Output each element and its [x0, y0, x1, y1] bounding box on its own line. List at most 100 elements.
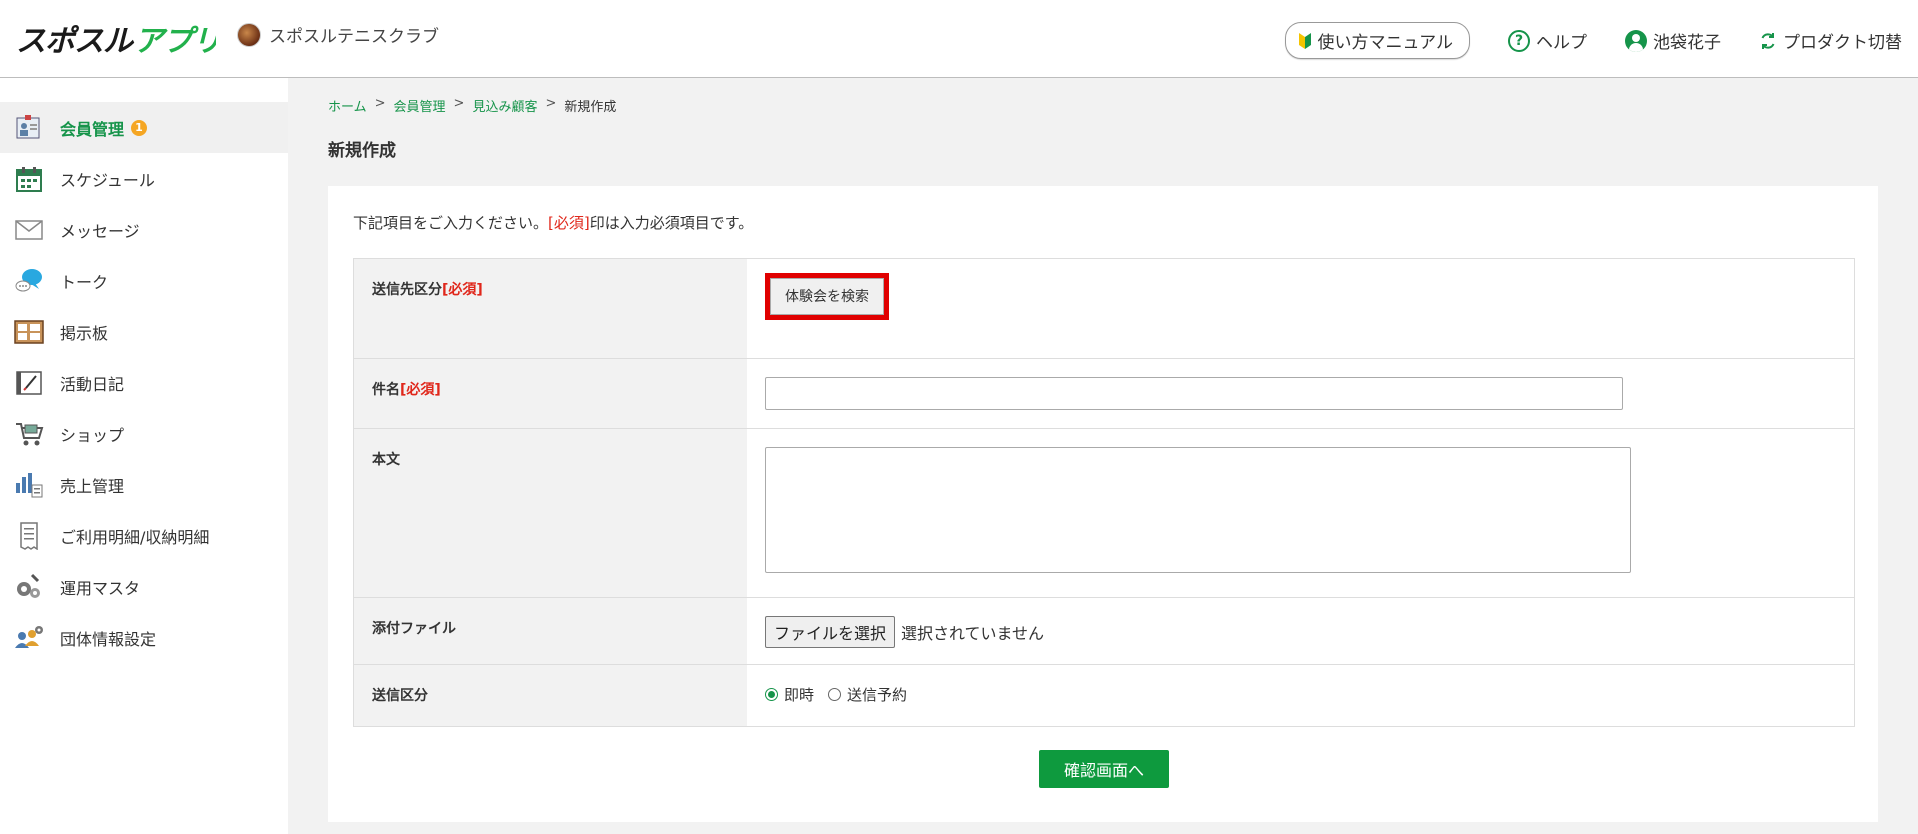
diary-icon [14, 369, 44, 397]
breadcrumb-prospects[interactable]: 見込み顧客 [472, 96, 537, 115]
sales-icon [14, 471, 44, 499]
app-logo-graphic: スポスル アプリ [16, 24, 216, 59]
club-avatar [237, 22, 261, 47]
subject-value [747, 359, 1854, 428]
sidebar-label-receipt: ご利用明細/収納明細 [60, 527, 210, 547]
sidebar-item-receipt[interactable]: ご利用明細/収納明細 [0, 510, 288, 561]
send-type-label: 送信区分 [354, 665, 747, 726]
club-selector[interactable]: スポスルテニスクラブ [237, 22, 439, 47]
form-row-body: 本文 [354, 429, 1854, 598]
manual-label: 使い方マニュアル [1317, 33, 1454, 53]
chat-icon [14, 267, 44, 295]
sidebar-label-sales: 売上管理 [60, 476, 125, 496]
attachment-value: ファイルを選択 選択されていません [747, 598, 1854, 664]
breadcrumb-separator: > [453, 96, 465, 111]
breadcrumb: ホーム > 会員管理 > 見込み顧客 > 新規作成 [328, 96, 616, 115]
form-table: 送信先区分[必須] 体験会を検索 件名[必須] 本文 添付ファイル ファイルを選… [353, 258, 1855, 727]
sidebar-item-group-settings[interactable]: 団体情報設定 [0, 612, 288, 663]
body-label: 本文 [354, 429, 747, 597]
user-menu[interactable]: 池袋花子 [1625, 28, 1721, 53]
radio-immediate[interactable] [765, 688, 778, 701]
intro-text-after: 印は入力必須項目です。 [589, 214, 754, 232]
intro-text: 下記項目をご入力ください。 [353, 214, 549, 232]
body-value [747, 429, 1854, 597]
sidebar-item-members[interactable]: 会員管理 1 [0, 102, 288, 153]
radio-immediate-label[interactable]: 即時 [784, 684, 814, 705]
intro-required-mark: [必須] [548, 214, 590, 232]
sidebar-item-master[interactable]: 運用マスタ [0, 561, 288, 612]
beginner-mark-icon [1298, 32, 1311, 49]
sidebar-label-members: 会員管理 [60, 119, 125, 139]
user-icon [1625, 29, 1647, 52]
sidebar-item-shop[interactable]: ショップ [0, 408, 288, 459]
refresh-icon [1761, 32, 1775, 49]
file-select-button[interactable]: ファイルを選択 [765, 616, 896, 648]
sidebar-item-diary[interactable]: 活動日記 [0, 357, 288, 408]
highlight-box: 体験会を検索 [765, 273, 889, 320]
sidebar-item-schedule[interactable]: スケジュール [0, 153, 288, 204]
product-switch-label: プロダクト切替 [1783, 33, 1902, 53]
form-intro: 下記項目をご入力ください。[必須]印は入力必須項目です。 [353, 212, 753, 233]
breadcrumb-current: 新規作成 [564, 100, 617, 115]
help-link[interactable]: ? ヘルプ [1508, 28, 1587, 53]
file-status: 選択されていません [901, 624, 1045, 643]
gears-icon [14, 573, 44, 601]
calendar-icon [14, 165, 44, 193]
body-textarea[interactable] [765, 447, 1631, 573]
breadcrumb-members[interactable]: 会員管理 [394, 96, 446, 115]
main-content: ホーム > 会員管理 > 見込み顧客 > 新規作成 新規作成 下記項目をご入力く… [288, 78, 1918, 834]
user-name: 池袋花子 [1653, 33, 1721, 53]
send-type-value: 即時 送信予約 [747, 665, 1854, 726]
help-icon: ? [1508, 29, 1530, 52]
product-switch-link[interactable]: プロダクト切替 [1759, 28, 1902, 53]
subject-label-text: 件名 [372, 382, 400, 398]
radio-scheduled-label[interactable]: 送信予約 [847, 684, 907, 705]
attachment-label-text: 添付ファイル [372, 621, 456, 637]
notification-badge: 1 [131, 119, 147, 136]
attachment-label: 添付ファイル [354, 598, 747, 664]
sidebar-item-talk[interactable]: トーク [0, 255, 288, 306]
form-row-send-type: 送信区分 即時 送信予約 [354, 665, 1854, 726]
sidebar-item-sales[interactable]: 売上管理 [0, 459, 288, 510]
recipient-label-text: 送信先区分 [372, 282, 442, 298]
recipient-label: 送信先区分[必須] [354, 259, 747, 358]
breadcrumb-separator: > [374, 96, 386, 111]
radio-scheduled[interactable] [828, 688, 842, 701]
subject-input[interactable] [765, 377, 1623, 410]
subject-label: 件名[必須] [354, 359, 747, 428]
svg-text:アプリ: アプリ [134, 24, 216, 59]
app-header: スポスル アプリ スポスルテニスクラブ 使い方マニュアル ? ヘルプ 池袋花子 [0, 0, 1918, 78]
envelope-icon [14, 216, 44, 244]
sidebar-label-schedule: スケジュール [60, 170, 155, 190]
sidebar-label-talk: トーク [60, 272, 109, 292]
sidebar-label-bulletin: 掲示板 [60, 323, 109, 343]
form-row-attachment: 添付ファイル ファイルを選択 選択されていません [354, 598, 1854, 665]
club-name: スポスルテニスクラブ [269, 27, 439, 47]
svg-text:スポスル: スポスル [16, 24, 135, 59]
app-logo[interactable]: スポスル アプリ [16, 19, 216, 61]
bulletin-board-icon [14, 318, 44, 346]
breadcrumb-separator: > [545, 96, 557, 111]
sidebar-label-group-settings: 団体情報設定 [60, 629, 157, 649]
receipt-icon [14, 521, 44, 550]
manual-button[interactable]: 使い方マニュアル [1284, 22, 1470, 59]
sidebar-item-bulletin[interactable]: 掲示板 [0, 306, 288, 357]
trial-search-button[interactable]: 体験会を検索 [770, 278, 884, 315]
page-title: 新規作成 [328, 141, 396, 161]
form-card: 下記項目をご入力ください。[必須]印は入力必須項目です。 送信先区分[必須] 体… [328, 186, 1878, 822]
form-row-subject: 件名[必須] [354, 359, 1854, 429]
sidebar-item-message[interactable]: メッセージ [0, 204, 288, 255]
breadcrumb-home[interactable]: ホーム [328, 96, 367, 115]
sidebar-label-diary: 活動日記 [60, 374, 125, 394]
group-settings-icon [14, 624, 44, 652]
sidebar-label-master: 運用マスタ [60, 578, 141, 598]
sidebar-label-shop: ショップ [60, 425, 125, 445]
confirm-button[interactable]: 確認画面へ [1039, 750, 1169, 788]
body-label-text: 本文 [372, 452, 400, 468]
members-icon [14, 114, 44, 142]
recipient-value: 体験会を検索 [747, 259, 1854, 358]
required-mark: [必須] [442, 282, 483, 298]
sidebar-label-message: メッセージ [60, 221, 140, 241]
send-type-label-text: 送信区分 [372, 688, 428, 704]
help-label: ヘルプ [1536, 33, 1587, 53]
